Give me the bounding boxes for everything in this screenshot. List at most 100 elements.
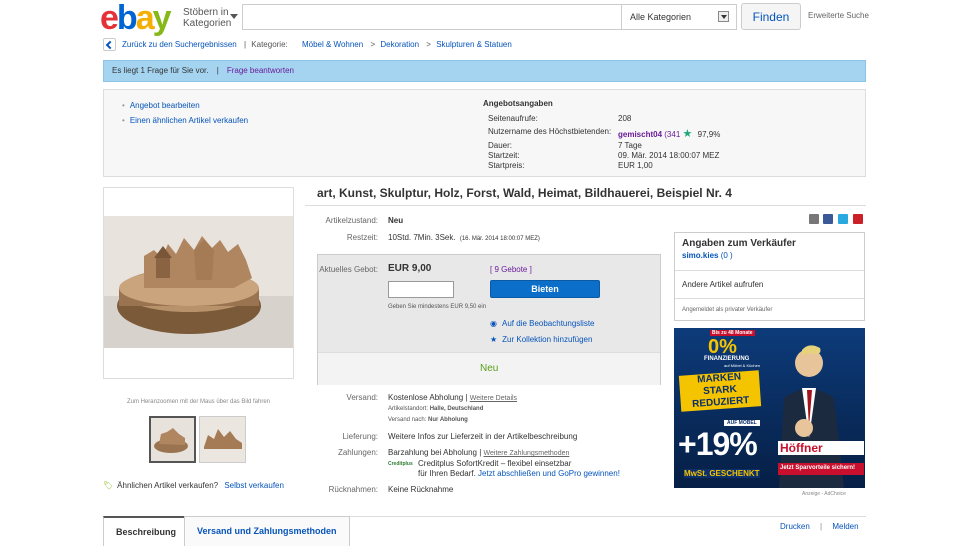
payment-text: Barzahlung bei Abholung (388, 448, 477, 457)
location-value: Halle, Deutschland (429, 406, 484, 412)
collection-link-label: Zur Kollektion hinzufügen (502, 335, 593, 344)
bid-count: [ 9 Gebote ] (490, 265, 532, 274)
browse-categories-button[interactable]: Stöbern in Kategorien (183, 7, 241, 29)
pinterest-share-icon[interactable] (853, 214, 863, 224)
thumbnail-2[interactable] (199, 416, 246, 463)
delivery-value: Weitere Infos zur Lieferzeit in der Arti… (388, 432, 578, 441)
back-to-results-link[interactable]: Zurück zu den Suchergebnissen (122, 40, 237, 49)
self-sell-link[interactable]: Selbst verkaufen (224, 481, 284, 490)
report-link[interactable]: Melden (832, 522, 858, 531)
payment-label: Zahlungen: (337, 448, 378, 457)
thumbnail-1[interactable] (149, 416, 196, 463)
dropdown-arrow-icon[interactable] (718, 11, 729, 22)
zoom-hint: Zum Heranzoomen mit der Maus über das Bi… (126, 399, 271, 405)
advanced-search-link[interactable]: Erweiterte Suche (808, 11, 869, 20)
breadcrumb-separator: | (243, 40, 247, 49)
sell-similar-link[interactable]: Einen ähnlichen Artikel verkaufen (122, 116, 248, 125)
remaining-label: Restzeit: (346, 233, 378, 242)
find-button[interactable]: Finden (741, 3, 801, 30)
tab-description[interactable]: Beschreibung (103, 516, 190, 546)
seller-divider (675, 270, 864, 271)
offer-value: 208 (618, 114, 632, 123)
twitter-share-icon[interactable] (838, 214, 848, 224)
bracket: [ (490, 265, 493, 274)
current-bid-value: EUR 9,00 (388, 263, 432, 274)
advertisement-banner[interactable]: Bis zu 48 Monate 0% FINANZIERUNG auf Möb… (674, 328, 865, 488)
question-separator: | (216, 66, 219, 75)
breadcrumb-category-label: Kategorie: (251, 40, 288, 49)
condition-value: Neu (388, 216, 404, 225)
payment-value: Barzahlung bei Abholung | Weitere Zahlun… (388, 448, 569, 457)
tab-shipping-payment[interactable]: Versand und Zahlungsmethoden (184, 516, 350, 546)
bidder-feedback-link[interactable]: (341 (664, 130, 680, 139)
min-bid-hint: Geben Sie mindestens EUR 9,50 ein (388, 304, 487, 310)
offer-row-start: Startzeit: 09. Mär. 2014 18:00:07 MEZ (488, 151, 758, 160)
breadcrumb-item-dekoration[interactable]: Dekoration (380, 40, 419, 49)
eye-icon: ◉ (490, 319, 497, 328)
item-title: art, Kunst, Skulptur, Holz, Forst, Wald,… (317, 186, 732, 200)
answer-question-link[interactable]: Frage beantworten (227, 66, 294, 75)
watchlist-link-label: Auf die Beobachtungsliste (501, 319, 595, 328)
ship-to-label: Versand nach: (388, 417, 427, 423)
category-select-value: Alle Kategorien (630, 12, 692, 22)
seller-name-row: simo.kies (0 ) (682, 251, 733, 260)
breadcrumb-arrow: > (370, 40, 376, 49)
breadcrumb-item-skulpturen[interactable]: Skulpturen & Statuen (436, 40, 512, 49)
breadcrumb-item-moebel[interactable]: Möbel & Wohnen (302, 40, 363, 49)
email-share-icon[interactable] (809, 214, 819, 224)
highest-bidder-link[interactable]: gemischt04 (618, 130, 662, 139)
browse-line-2: Kategorien (183, 18, 232, 29)
collection-link[interactable]: ★ Zur Kollektion hinzufügen (490, 335, 592, 344)
offer-label: Startpreis: (488, 161, 525, 170)
end-date: (16. Mär. 2014 18:00:07 MEZ) (459, 236, 540, 242)
ebay-logo[interactable]: ebay (100, 0, 180, 37)
shipping-text: Kostenlose Abholung (388, 393, 464, 402)
offer-info-heading: Angebotsangaben (483, 99, 553, 108)
ad-marken-badge: MARKEN STARK REDUZIERT (678, 370, 762, 412)
offer-label: Nutzername des Höchstbietenden: (488, 127, 612, 136)
current-bid-label: Aktuelles Gebot: (319, 265, 378, 274)
offer-value: 09. Mär. 2014 18:00:07 MEZ (618, 151, 720, 160)
seller-heading: Angaben zum Verkäufer (682, 238, 796, 249)
bid-amount-input[interactable] (388, 281, 454, 298)
ad-cta: Jetzt Sparvorteile sichern! (780, 465, 856, 471)
facebook-share-icon[interactable] (823, 214, 833, 224)
location-label: Artikelstandort: (388, 406, 429, 412)
print-link[interactable]: Drucken (780, 522, 810, 531)
ship-to-value: Nur Abholung (428, 417, 468, 423)
shipping-details-link[interactable]: Weitere Details (470, 395, 517, 402)
more-payment-link[interactable]: Weitere Zahlungsmethoden (484, 450, 570, 457)
creditplus-logo: Creditplus (388, 461, 413, 467)
bid-button[interactable]: Bieten (490, 280, 600, 298)
question-notice-text: Es liegt 1 Frage für Sie vor. (112, 66, 209, 75)
seller-other-items-link[interactable]: Andere Artikel aufrufen (682, 280, 763, 289)
search-input[interactable] (242, 4, 622, 30)
gopro-link[interactable]: Jetzt abschließen und GoPro gewinnen! (478, 469, 620, 478)
credit-line-1: Creditplus SofortKredit – flexibel einse… (418, 459, 572, 468)
separator: | (479, 448, 482, 457)
credit-text: für Ihren Bedarf. (418, 469, 476, 478)
main-product-image[interactable] (103, 187, 294, 379)
shipping-label: Versand: (346, 393, 378, 402)
question-notice-bar: Es liegt 1 Frage für Sie vor. | Frage bea… (103, 60, 866, 82)
chevron-down-icon (230, 14, 238, 19)
ad-choice-label[interactable]: Anzeige - AdChoice (802, 491, 846, 497)
seller-name-link[interactable]: simo.kies (682, 251, 718, 260)
offer-row-duration: Dauer: 7 Tage (488, 141, 758, 150)
status-new: Neu (480, 363, 499, 374)
page: ebay Stöbern in Kategorien Alle Kategori… (0, 0, 980, 551)
remaining-value: 10Std. 7Min. 3Sek. (16. Mär. 2014 18:00:… (388, 233, 540, 242)
ad-mwst: MwSt. GESCHENKT (684, 469, 760, 478)
ad-financing: FINANZIERUNG (704, 356, 750, 362)
category-select[interactable]: Alle Kategorien (621, 4, 737, 30)
print-report-links: Drucken | Melden (780, 522, 859, 531)
logo-letter-e: e (100, 0, 119, 37)
condition-label: Artikelzustand: (325, 216, 378, 225)
watchlist-link[interactable]: ◉ Auf die Beobachtungsliste (490, 319, 595, 328)
edit-listing-link[interactable]: Angebot bearbeiten (122, 101, 200, 110)
bid-count-link[interactable]: 9 Gebote (494, 265, 527, 274)
seller-score-link[interactable]: (0 ) (721, 251, 733, 260)
offer-row-highest-bidder: Nutzername des Höchstbietenden: gemischt… (488, 127, 758, 140)
ad-plus-19: +19% (678, 426, 758, 462)
back-arrow-icon[interactable] (103, 38, 116, 52)
